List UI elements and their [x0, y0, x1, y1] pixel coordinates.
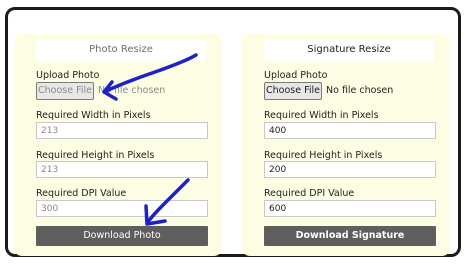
signature-file-status: No file chosen [326, 85, 394, 96]
photo-resize-panel: Photo Resize Upload Photo Choose File No… [14, 34, 222, 256]
photo-height-input[interactable] [36, 161, 208, 178]
photo-upload-label: Upload Photo [36, 70, 100, 81]
photo-height-label: Required Height in Pixels [36, 150, 155, 161]
signature-width-input[interactable] [264, 122, 436, 139]
signature-width-label: Required Width in Pixels [264, 110, 379, 121]
signature-resize-panel: Signature Resize Upload Photo Choose Fil… [242, 34, 450, 256]
signature-choose-file-button[interactable]: Choose File [264, 82, 322, 100]
download-photo-button[interactable]: Download Photo [36, 226, 208, 246]
photo-panel-title: Photo Resize [36, 39, 206, 61]
photo-dpi-label: Required DPI Value [36, 188, 127, 199]
signature-upload-label: Upload Photo [264, 70, 328, 81]
photo-choose-file-button[interactable]: Choose File [36, 82, 94, 100]
photo-dpi-input[interactable] [36, 200, 208, 217]
signature-dpi-input[interactable] [264, 200, 436, 217]
photo-width-input[interactable] [36, 122, 208, 139]
signature-height-label: Required Height in Pixels [264, 150, 383, 161]
signature-panel-title: Signature Resize [264, 39, 434, 61]
photo-width-label: Required Width in Pixels [36, 110, 151, 121]
signature-height-input[interactable] [264, 161, 436, 178]
photo-file-status: No file chosen [98, 85, 166, 96]
download-signature-button[interactable]: Download Signature [264, 226, 436, 246]
signature-dpi-label: Required DPI Value [264, 188, 355, 199]
